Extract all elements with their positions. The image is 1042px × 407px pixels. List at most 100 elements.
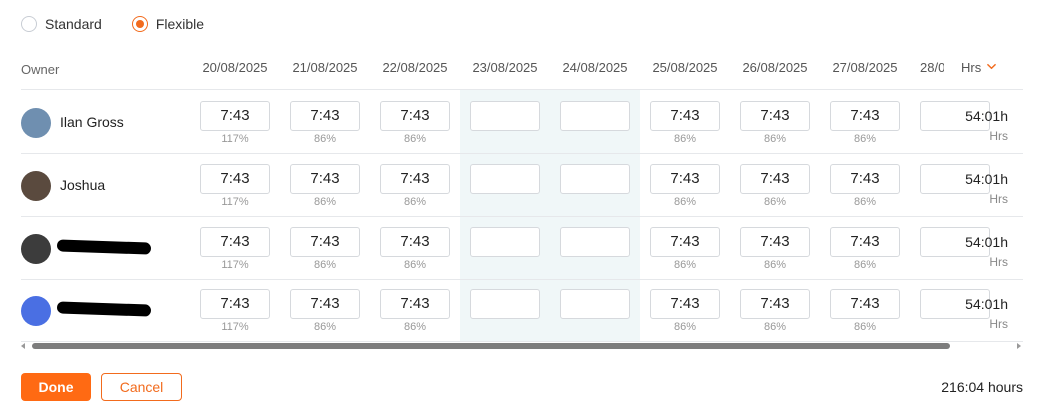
day-cell: 7:43 86%: [380, 164, 450, 210]
hours-input[interactable]: 7:43: [650, 164, 720, 194]
hours-input[interactable]: 7:43: [200, 289, 270, 319]
day-cell: 7:43 117%: [200, 227, 270, 273]
utilization-percent: 86%: [853, 321, 877, 333]
day-cell: 7:43 86%: [830, 101, 900, 147]
hours-input[interactable]: 7:43: [380, 101, 450, 131]
redacted-owner-name: [56, 239, 152, 255]
utilization-percent: 86%: [313, 259, 337, 271]
horizontal-scrollbar[interactable]: [21, 341, 1023, 351]
day-cell: 7:43 86%: [290, 289, 360, 335]
hours-input[interactable]: [470, 289, 540, 319]
hours-input[interactable]: 7:43: [200, 164, 270, 194]
hours-input[interactable]: 7:43: [740, 289, 810, 319]
hours-input[interactable]: 7:43: [830, 289, 900, 319]
hours-input[interactable]: [560, 227, 630, 257]
avatar: [21, 296, 51, 326]
hours-input[interactable]: 7:43: [290, 101, 360, 131]
hours-input[interactable]: 7:43: [380, 289, 450, 319]
utilization-percent: [470, 196, 540, 210]
date-column-header: 25/08/2025: [652, 60, 718, 75]
day-cell: [470, 289, 540, 335]
row-total: 54:01h Hrs: [946, 234, 1008, 269]
hours-input[interactable]: 7:43: [740, 227, 810, 257]
mode-selector: Standard Flexible: [21, 15, 234, 33]
avatar: [21, 234, 51, 264]
hours-input[interactable]: 7:43: [740, 164, 810, 194]
hours-input[interactable]: 7:43: [200, 101, 270, 131]
utilization-percent: 117%: [221, 196, 249, 208]
day-cell: [560, 289, 630, 335]
redacted-owner-name: [56, 301, 152, 317]
hours-input[interactable]: 7:43: [650, 101, 720, 131]
radio-flexible-dot[interactable]: [131, 16, 148, 32]
scroll-left-arrow-icon[interactable]: [21, 343, 25, 349]
hours-input[interactable]: 7:43: [740, 101, 810, 131]
radio-standard-label: Standard: [45, 16, 102, 32]
table-row: 7:43 117% 7:43 86% 7:43 86% 7:43 86% 7:43 86% 7:43…: [21, 279, 1023, 342]
utilization-percent: 86%: [673, 196, 697, 208]
day-cell: [560, 101, 630, 147]
utilization-percent: 86%: [853, 196, 877, 208]
hours-input[interactable]: 7:43: [650, 289, 720, 319]
hrs-column-header[interactable]: Hrs: [961, 60, 997, 75]
utilization-percent: 86%: [403, 133, 427, 145]
day-cell: 7:43 86%: [740, 164, 810, 210]
utilization-percent: 86%: [313, 321, 337, 333]
date-column-header: 23/08/2025: [472, 60, 538, 75]
day-cell: [560, 164, 630, 210]
avatar: [21, 108, 51, 138]
hours-input[interactable]: [560, 101, 630, 131]
day-cell: [470, 227, 540, 273]
day-cell: 7:43 86%: [650, 101, 720, 147]
utilization-percent: [470, 321, 540, 335]
scroll-right-arrow-icon[interactable]: [1017, 343, 1021, 349]
hours-input[interactable]: 7:43: [830, 227, 900, 257]
hours-input[interactable]: [470, 101, 540, 131]
radio-standard[interactable]: Standard: [21, 16, 102, 32]
hours-input[interactable]: 7:43: [290, 289, 360, 319]
utilization-percent: 86%: [403, 196, 427, 208]
hours-input[interactable]: 7:43: [380, 164, 450, 194]
row-total-unit: Hrs: [989, 129, 1008, 143]
owner-name: Ilan Gross: [60, 114, 124, 130]
utilization-percent: 86%: [403, 259, 427, 271]
utilization-percent: [560, 196, 630, 210]
hours-input[interactable]: 7:43: [290, 227, 360, 257]
chevron-down-icon[interactable]: [987, 62, 997, 71]
utilization-percent: [560, 133, 630, 147]
day-cell: 7:43 86%: [290, 227, 360, 273]
hours-input[interactable]: 7:43: [200, 227, 270, 257]
cancel-button[interactable]: Cancel: [101, 373, 182, 401]
date-column-header: 28/08/2025: [920, 60, 944, 75]
schedule-grid: Owner Hrs 20/08/2025 21/08/2025 22/08/2025…: [21, 50, 1023, 342]
utilization-percent: 117%: [221, 133, 249, 145]
owner-name: Joshua: [60, 177, 106, 193]
utilization-percent: [560, 259, 630, 273]
utilization-percent: 86%: [403, 321, 427, 333]
radio-standard-dot[interactable]: [21, 16, 37, 32]
hours-input[interactable]: 7:43: [830, 101, 900, 131]
date-column-header: 26/08/2025: [742, 60, 808, 75]
scrollbar-thumb[interactable]: [32, 343, 950, 349]
radio-flexible[interactable]: Flexible: [131, 16, 204, 32]
hours-input[interactable]: 7:43: [380, 227, 450, 257]
day-cell: 7:43 86%: [740, 101, 810, 147]
done-button[interactable]: Done: [21, 373, 91, 401]
row-total-value: 54:01h: [965, 296, 1008, 312]
grand-total: 216:04 hours: [941, 379, 1023, 395]
row-total-value: 54:01h: [965, 234, 1008, 250]
utilization-percent: 86%: [673, 259, 697, 271]
hours-input[interactable]: 7:43: [290, 164, 360, 194]
hours-input[interactable]: [470, 227, 540, 257]
hours-input[interactable]: 7:43: [830, 164, 900, 194]
hours-input[interactable]: 7:43: [650, 227, 720, 257]
date-column-header: 24/08/2025: [562, 60, 628, 75]
hours-input[interactable]: [560, 164, 630, 194]
utilization-percent: 86%: [763, 259, 787, 271]
hours-input[interactable]: [560, 289, 630, 319]
utilization-percent: [560, 321, 630, 335]
day-cell: 7:43 86%: [650, 164, 720, 210]
row-total-unit: Hrs: [989, 317, 1008, 331]
utilization-percent: [470, 259, 540, 273]
hours-input[interactable]: [470, 164, 540, 194]
